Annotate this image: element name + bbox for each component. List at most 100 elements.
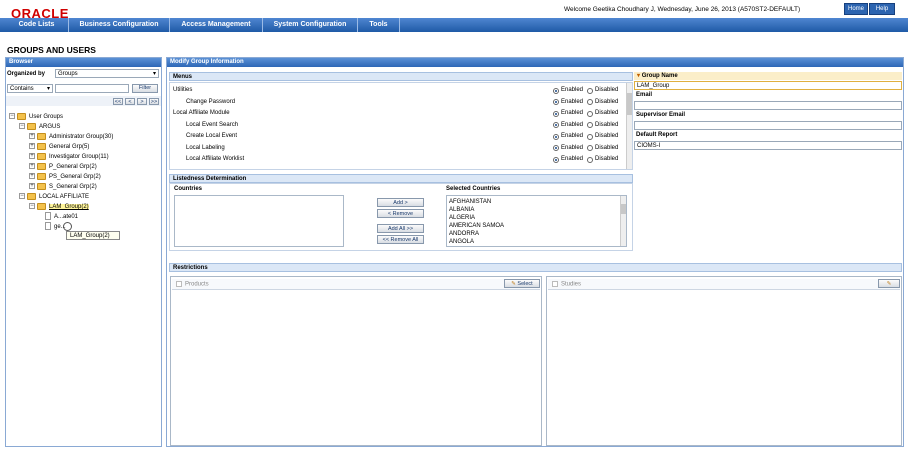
chevron-down-icon: ▾ — [46, 86, 50, 92]
add-all-button[interactable]: Add All >> — [377, 224, 424, 233]
studies-checkbox[interactable] — [552, 281, 558, 287]
pager-last-button[interactable]: >> — [149, 98, 159, 105]
tree-node-argus[interactable]: − ARGUS — [9, 122, 113, 132]
nav-system-configuration[interactable]: System Configuration — [263, 18, 358, 32]
email-input[interactable] — [634, 101, 902, 110]
enabled-radio[interactable] — [553, 87, 559, 94]
country-list-item[interactable]: AMERICAN SAMOA — [447, 222, 626, 230]
products-select-button[interactable]: ✎ Select — [504, 279, 540, 288]
studies-select-button[interactable]: ✎ — [878, 279, 900, 288]
products-checkbox[interactable] — [176, 281, 182, 287]
group-name-label: ▾ Group Name — [637, 72, 678, 79]
nav-business-configuration[interactable]: Business Configuration — [69, 18, 170, 32]
group-name-input[interactable]: LAM_Group — [634, 81, 902, 90]
tree-node-user[interactable]: A...ate01 — [9, 212, 113, 222]
expand-icon[interactable]: + — [29, 183, 35, 190]
disabled-radio[interactable] — [587, 156, 593, 163]
user-page-icon — [45, 212, 51, 221]
menus-scrollbar[interactable] — [626, 83, 632, 169]
default-report-label: Default Report — [636, 132, 678, 138]
collapse-icon[interactable]: − — [19, 193, 25, 200]
disabled-radio[interactable] — [587, 110, 593, 117]
pager-prev-button[interactable]: < — [125, 98, 135, 105]
collapse-icon[interactable]: − — [19, 123, 25, 130]
enabled-option[interactable]: Enabled — [553, 154, 583, 167]
tree-node-group[interactable]: + PS_General Grp(2) — [9, 172, 113, 182]
expand-icon[interactable]: + — [29, 163, 35, 170]
menu-item-label: Utilities — [173, 87, 193, 93]
supervisor-email-input[interactable] — [634, 121, 902, 130]
countries-scrollbar[interactable] — [620, 196, 626, 246]
tree-node-lam-group[interactable]: − LAM_Group(2) — [9, 202, 113, 212]
enabled-label: Enabled — [561, 133, 584, 139]
tree-label-selected: LAM_Group(2) — [49, 204, 89, 210]
disabled-radio[interactable] — [587, 145, 593, 152]
scroll-thumb[interactable] — [627, 93, 632, 115]
collapse-icon[interactable]: − — [29, 203, 35, 210]
disabled-radio[interactable] — [587, 122, 593, 129]
studies-checkbox-row[interactable]: Studies — [552, 281, 581, 288]
enabled-radio[interactable] — [553, 145, 559, 152]
country-list-item[interactable]: ANGOLA — [447, 238, 626, 246]
enabled-radio[interactable] — [553, 99, 559, 106]
countries-list[interactable] — [174, 195, 344, 247]
user-page-icon — [45, 222, 51, 231]
tree-node-user-groups[interactable]: − User Groups — [9, 112, 113, 122]
filter-input[interactable] — [55, 84, 129, 93]
default-report-select[interactable]: CIOMS-I — [634, 141, 902, 150]
expand-icon[interactable]: + — [29, 173, 35, 180]
expand-icon[interactable]: + — [29, 133, 35, 140]
tree-node-local-affiliate[interactable]: − LOCAL AFFILIATE — [9, 192, 113, 202]
products-checkbox-row[interactable]: Products — [176, 281, 209, 288]
folder-icon — [17, 112, 26, 120]
disabled-radio[interactable] — [587, 99, 593, 106]
add-button[interactable]: Add > — [377, 198, 424, 207]
scroll-thumb[interactable] — [621, 204, 626, 214]
organized-by-label: Organized by — [7, 71, 46, 77]
country-list-item[interactable]: AFGHANISTAN — [447, 198, 626, 206]
expand-icon[interactable]: + — [29, 153, 35, 160]
enabled-radio[interactable] — [553, 156, 559, 163]
collapse-icon[interactable]: − — [9, 113, 15, 120]
country-list-item[interactable]: ANDORRA — [447, 230, 626, 238]
enabled-radio[interactable] — [553, 122, 559, 129]
home-button[interactable]: Home — [844, 3, 868, 15]
required-icon: ▾ — [637, 73, 641, 79]
remove-button[interactable]: < Remove — [377, 209, 424, 218]
tree-node-group[interactable]: + Administrator Group(30) — [9, 132, 113, 142]
organized-by-select[interactable]: Groups ▾ — [55, 69, 159, 78]
menu-item-label: Local Labeling — [186, 144, 225, 151]
tree-node-group[interactable]: + General Grp(5) — [9, 142, 113, 152]
selected-countries-list[interactable]: AFGHANISTAN ALBANIA ALGERIA AMERICAN SAMOA A… — [446, 195, 627, 247]
tree-label: User Groups — [29, 114, 64, 120]
country-list-item[interactable]: ALBANIA — [447, 206, 626, 214]
disabled-option[interactable]: Disabled — [587, 154, 618, 167]
help-button[interactable]: Help — [869, 3, 895, 15]
tree-node-group[interactable]: + Investigator Group(11) — [9, 152, 113, 162]
disabled-radio[interactable] — [587, 87, 593, 94]
nav-access-management[interactable]: Access Management — [170, 18, 263, 32]
tree-node-group[interactable]: + P_General Grp(2) — [9, 162, 113, 172]
menu-permission-row: Local Event Search Enabled Disabled — [170, 120, 632, 132]
disabled-radio[interactable] — [587, 133, 593, 140]
expand-icon[interactable]: + — [29, 143, 35, 150]
menu-permission-row: Change Password Enabled Disabled — [170, 97, 632, 109]
folder-icon — [37, 152, 46, 160]
nav-tools[interactable]: Tools — [358, 18, 400, 32]
tree-node-group[interactable]: + S_General Grp(2) — [9, 182, 113, 192]
folder-icon — [37, 172, 46, 180]
tree-label: LOCAL AFFILIATE — [39, 194, 90, 200]
email-label: Email — [636, 92, 653, 98]
welcome-text: Welcome Geetika Choudhary J, Wednesday, … — [564, 6, 801, 13]
pager-next-button[interactable]: > — [137, 98, 147, 105]
nav-code-lists[interactable]: Code Lists — [5, 18, 69, 32]
tree-label: A...ate01 — [54, 214, 79, 220]
enabled-radio[interactable] — [553, 133, 559, 140]
remove-all-button[interactable]: << Remove All — [377, 235, 424, 244]
filter-mode-select[interactable]: Contains ▾ — [7, 84, 53, 93]
filter-button[interactable]: Filter — [132, 84, 158, 93]
pager-first-button[interactable]: << — [113, 98, 123, 105]
enabled-radio[interactable] — [553, 110, 559, 117]
country-list-item[interactable]: ALGERIA — [447, 214, 626, 222]
menu-permission-row: Local Labeling Enabled Disabled — [170, 143, 632, 155]
